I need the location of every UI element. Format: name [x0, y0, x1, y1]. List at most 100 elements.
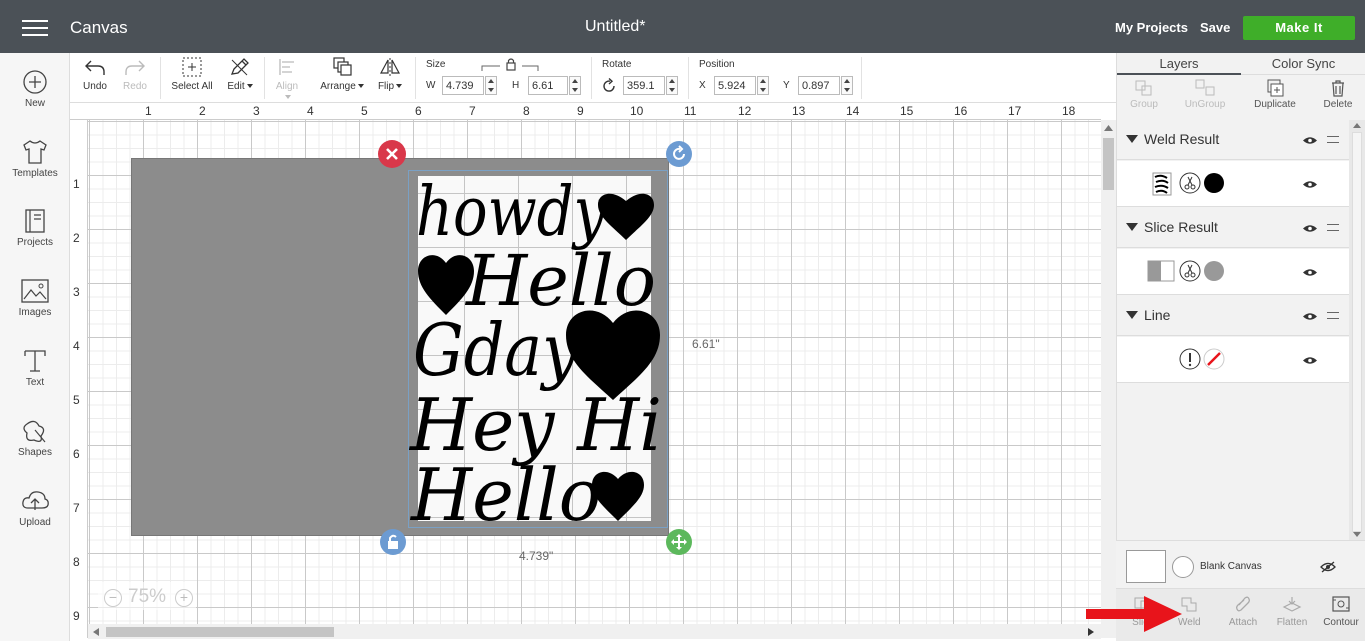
rotate-icon [673, 145, 685, 160]
drag-handle-icon[interactable] [1327, 224, 1339, 231]
document-title[interactable]: Untitled* [585, 18, 645, 36]
edit-dropdown[interactable]: Edit [224, 57, 256, 92]
duplicate-label: Duplicate [1254, 99, 1296, 110]
tab-color-sync[interactable]: Color Sync [1241, 55, 1365, 75]
collapse-triangle-icon[interactable] [1126, 135, 1138, 143]
select-all-button[interactable]: Select All [170, 57, 214, 92]
layer-slice-result[interactable]: Slice Result [1117, 207, 1350, 248]
delete-handle[interactable] [378, 140, 406, 168]
eye-icon[interactable] [1303, 312, 1317, 321]
height-input[interactable] [528, 76, 568, 95]
align-icon [279, 59, 294, 75]
collapse-triangle-icon[interactable] [1126, 311, 1138, 319]
ruler-tick: 7 [469, 104, 476, 118]
eye-icon[interactable] [1303, 268, 1317, 277]
blank-canvas-swatch[interactable] [1126, 550, 1166, 583]
blank-canvas-label: Blank Canvas [1200, 561, 1262, 572]
flatten-button[interactable]: Flatten [1272, 595, 1312, 628]
zoom-in-button[interactable]: + [175, 589, 193, 607]
eye-icon[interactable] [1303, 136, 1317, 145]
scissors-cut-icon[interactable] [1179, 260, 1201, 282]
tab-layers[interactable]: Layers [1117, 55, 1241, 75]
color-swatch-red-line[interactable] [1203, 348, 1225, 370]
y-label: Y [783, 80, 790, 91]
width-stepper[interactable] [485, 76, 497, 95]
group-button[interactable]: Group [1123, 79, 1165, 110]
shapes-icon [23, 420, 46, 443]
chevron-down-icon [246, 84, 253, 89]
nav-templates[interactable]: Templates [0, 139, 70, 179]
undo-button[interactable]: Undo [82, 57, 108, 92]
collapse-triangle-icon[interactable] [1126, 223, 1138, 231]
eye-icon[interactable] [1303, 224, 1317, 233]
lock-handle[interactable] [380, 529, 406, 555]
scale-handle[interactable] [666, 529, 692, 555]
duplicate-button[interactable]: Duplicate [1247, 79, 1303, 110]
nav-shapes[interactable]: Shapes [0, 418, 70, 458]
ungroup-button[interactable]: UnGroup [1175, 79, 1235, 110]
score-line-icon[interactable] [1179, 348, 1201, 370]
scissors-cut-icon[interactable] [1179, 172, 1201, 194]
x-position-input[interactable] [714, 76, 756, 95]
redo-button[interactable]: Redo [122, 57, 148, 92]
ruler-tick: 9 [73, 609, 80, 623]
drag-handle-icon[interactable] [1327, 312, 1339, 319]
lock-aspect-icon[interactable] [480, 57, 542, 73]
y-position-stepper[interactable] [841, 76, 853, 95]
layer-weld-result[interactable]: Weld Result [1117, 119, 1350, 160]
horizontal-scroll-thumb[interactable] [106, 627, 334, 637]
vertical-scroll-thumb[interactable] [1103, 138, 1114, 190]
arrange-dropdown[interactable]: Arrange [318, 57, 366, 92]
layer-line-item[interactable] [1117, 337, 1350, 383]
y-position-input[interactable] [798, 76, 840, 95]
rotate-input[interactable] [623, 76, 665, 95]
scroll-up-icon[interactable] [1353, 123, 1361, 128]
blank-canvas-color-picker[interactable] [1172, 556, 1194, 578]
save-button[interactable]: Save [1200, 20, 1230, 35]
attach-button[interactable]: Attach [1224, 595, 1262, 628]
align-dropdown[interactable]: Align [272, 57, 302, 103]
drag-handle-icon[interactable] [1327, 136, 1339, 143]
layers-scrollbar[interactable] [1349, 120, 1365, 540]
x-position-stepper[interactable] [757, 76, 769, 95]
eye-icon[interactable] [1303, 180, 1317, 189]
edit-pencil-icon [230, 58, 249, 76]
my-projects-link[interactable]: My Projects [1115, 20, 1188, 35]
nav-images[interactable]: Images [0, 278, 70, 318]
nav-upload[interactable]: Upload [0, 488, 70, 528]
eye-hidden-icon[interactable] [1320, 561, 1336, 573]
rotate-stepper[interactable] [666, 76, 678, 95]
weld-result-script-design[interactable]: howdy Hello Gday Hey Hi Hello [408, 165, 670, 530]
width-input[interactable] [442, 76, 484, 95]
width-dimension-label: 4.739" [519, 549, 554, 563]
nav-text[interactable]: Text [0, 348, 70, 388]
canvas-vertical-scrollbar[interactable] [1101, 120, 1116, 638]
contour-button[interactable]: Contour [1319, 595, 1363, 628]
height-stepper[interactable] [569, 76, 581, 95]
color-swatch-gray[interactable] [1203, 260, 1225, 282]
hamburger-menu-icon[interactable] [22, 20, 48, 38]
canvas-horizontal-scrollbar[interactable] [88, 624, 1101, 639]
rotate-handle[interactable] [666, 141, 692, 167]
toolbar-divider [160, 57, 161, 99]
flip-dropdown[interactable]: Flip [375, 57, 405, 92]
app-title: Canvas [70, 18, 128, 37]
layer-slice-result-item[interactable] [1117, 249, 1350, 295]
zoom-out-button[interactable]: − [104, 589, 122, 607]
color-swatch-black[interactable] [1203, 172, 1225, 194]
edit-label: Edit [227, 81, 245, 92]
layers-scroll-thumb[interactable] [1352, 132, 1362, 532]
nav-projects[interactable]: Projects [0, 208, 70, 248]
eye-icon[interactable] [1303, 356, 1317, 365]
script-line-gday: Gday [413, 308, 579, 392]
scroll-down-icon[interactable] [1353, 532, 1361, 537]
toolbar-divider [591, 57, 592, 99]
scroll-left-icon[interactable] [93, 628, 99, 636]
chevron-down-icon [285, 95, 291, 100]
scroll-up-icon[interactable] [1104, 125, 1113, 131]
delete-button[interactable]: Delete [1318, 79, 1358, 110]
layer-weld-result-item[interactable] [1117, 161, 1350, 207]
nav-new[interactable]: New [0, 69, 70, 109]
make-it-button[interactable]: Make It [1243, 16, 1355, 40]
layer-line[interactable]: Line [1117, 295, 1350, 336]
